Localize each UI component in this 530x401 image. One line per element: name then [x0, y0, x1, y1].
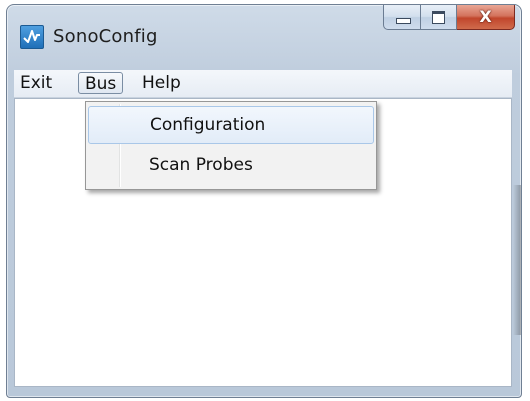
menu-bus[interactable]: Bus [78, 72, 124, 94]
close-button[interactable]: X [457, 5, 515, 30]
app-window: SonoConfig X Exit Bus Help Configuration… [6, 4, 522, 398]
maximize-icon [432, 11, 445, 24]
menu-item-configuration[interactable]: Configuration [88, 106, 374, 144]
menu-help[interactable]: Help [136, 72, 187, 94]
menu-item-scan-probes[interactable]: Scan Probes [88, 147, 374, 185]
menu-exit[interactable]: Exit [14, 72, 58, 94]
bus-dropdown-menu: Configuration Scan Probes [85, 101, 377, 190]
waveform-app-icon[interactable] [20, 25, 44, 49]
minimize-icon [396, 18, 411, 24]
menu-item-label: Scan Probes [149, 155, 253, 175]
close-icon: X [479, 7, 492, 26]
maximize-button[interactable] [421, 5, 457, 30]
title-bar[interactable]: SonoConfig X [7, 5, 521, 63]
window-title: SonoConfig [53, 26, 158, 47]
minimize-button[interactable] [383, 5, 421, 30]
menu-bar: Exit Bus Help [14, 70, 512, 98]
window-edge-shadow [513, 185, 521, 335]
menu-item-label: Configuration [150, 115, 266, 135]
caption-buttons: X [383, 5, 515, 31]
